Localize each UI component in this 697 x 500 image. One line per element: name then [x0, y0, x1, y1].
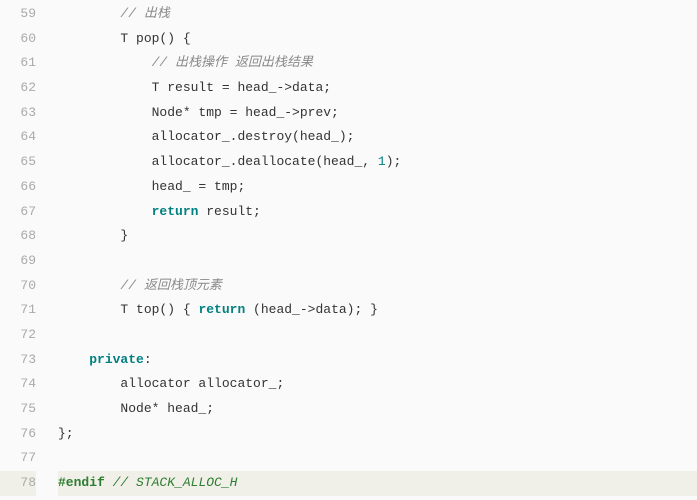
code-area: // 出栈 T pop() { // 出栈操作 返回出栈结果 T result … — [48, 0, 697, 500]
code-token: Node* head_; — [120, 401, 214, 416]
code-token: T top() { — [120, 302, 198, 317]
code-token: #endif — [58, 475, 105, 490]
line-number: 68 — [0, 224, 36, 249]
line-number: 69 — [0, 249, 36, 274]
line-number: 61 — [0, 51, 36, 76]
code-token: private — [89, 352, 144, 367]
code-line: Node* tmp = head_->prev; — [58, 101, 697, 126]
line-number: 78 — [0, 471, 36, 496]
line-number: 66 — [0, 175, 36, 200]
code-line: Node* head_; — [58, 397, 697, 422]
code-token: (head_->data); } — [245, 302, 378, 317]
line-number: 59 — [0, 2, 36, 27]
line-number: 76 — [0, 422, 36, 447]
code-line: private: — [58, 348, 697, 373]
code-line: #endif // STACK_ALLOC_H — [58, 471, 697, 496]
code-line: head_ = tmp; — [58, 175, 697, 200]
code-token: allocator_.destroy(head_); — [152, 129, 355, 144]
code-token: // 出栈 — [120, 6, 169, 21]
line-number: 62 — [0, 76, 36, 101]
line-number: 77 — [0, 446, 36, 471]
code-line: allocator_.destroy(head_); — [58, 125, 697, 150]
code-token: return — [152, 204, 199, 219]
line-number-gutter: 5960616263646566676869707172737475767778 — [0, 0, 48, 500]
code-line — [58, 323, 697, 348]
code-token: allocator_.deallocate(head_, — [152, 154, 378, 169]
code-line: T pop() { — [58, 27, 697, 52]
code-token: result; — [198, 204, 260, 219]
line-number: 60 — [0, 27, 36, 52]
line-number: 63 — [0, 101, 36, 126]
code-token: } — [120, 228, 128, 243]
code-token: T pop() { — [120, 31, 190, 46]
code-line: allocator_.deallocate(head_, 1); — [58, 150, 697, 175]
line-number: 65 — [0, 150, 36, 175]
code-token: // 出栈操作 返回出栈结果 — [152, 55, 313, 70]
code-token — [105, 475, 113, 490]
line-number: 73 — [0, 348, 36, 373]
code-line — [58, 446, 697, 471]
line-number: 64 — [0, 125, 36, 150]
code-token: }; — [58, 426, 74, 441]
code-line: } — [58, 224, 697, 249]
line-number: 71 — [0, 298, 36, 323]
code-token: 1 — [378, 154, 386, 169]
code-token: allocator allocator_; — [120, 376, 284, 391]
code-line: return result; — [58, 200, 697, 225]
code-line: // 返回栈顶元素 — [58, 274, 697, 299]
code-line: T top() { return (head_->data); } — [58, 298, 697, 323]
code-line: // 出栈操作 返回出栈结果 — [58, 51, 697, 76]
code-line: T result = head_->data; — [58, 76, 697, 101]
code-token: // 返回栈顶元素 — [120, 278, 221, 293]
line-number: 75 — [0, 397, 36, 422]
code-token: T result = head_->data; — [152, 80, 331, 95]
code-editor: 5960616263646566676869707172737475767778… — [0, 0, 697, 500]
code-line: // 出栈 — [58, 2, 697, 27]
code-token: head_ = tmp; — [152, 179, 246, 194]
code-line — [58, 249, 697, 274]
line-number: 70 — [0, 274, 36, 299]
code-line: allocator allocator_; — [58, 372, 697, 397]
line-number: 74 — [0, 372, 36, 397]
code-token: // STACK_ALLOC_H — [113, 475, 238, 490]
code-token: ); — [386, 154, 402, 169]
code-token: return — [198, 302, 245, 317]
line-number: 67 — [0, 200, 36, 225]
line-number: 72 — [0, 323, 36, 348]
code-token: Node* tmp = head_->prev; — [152, 105, 339, 120]
code-token: : — [144, 352, 152, 367]
code-line: }; — [58, 422, 697, 447]
